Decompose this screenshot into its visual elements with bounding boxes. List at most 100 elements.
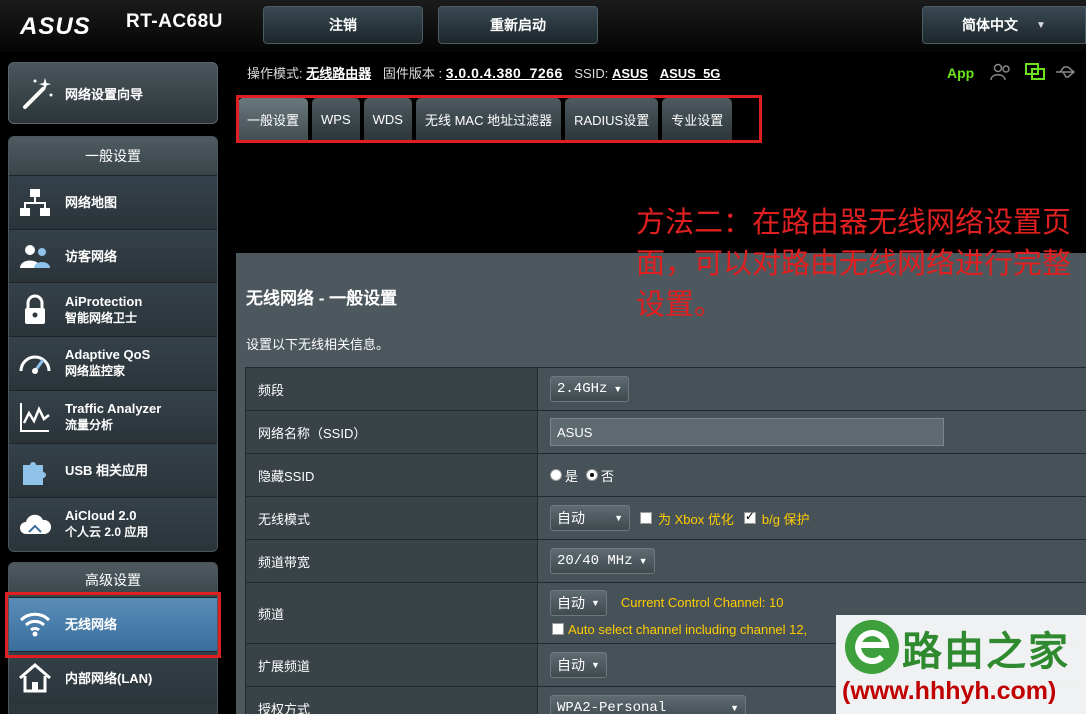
chevron-down-icon: ▼ <box>638 556 648 566</box>
sidebar-item-subtitle: 智能网络卫士 <box>65 310 138 325</box>
annotation-text: 方法二：在路由器无线网络设置页面，可以对路由无线网络进行完整设置。 <box>636 205 1072 321</box>
wireless-mode-value: 自动 <box>557 510 585 526</box>
firmware-label: 固件版本 : <box>382 66 443 81</box>
language-select[interactable]: 简体中文 ▼ <box>922 6 1086 44</box>
router-model: RT-AC68U <box>126 11 223 32</box>
page-title: 无线网络 - 一般设置 <box>246 289 398 308</box>
watermark-logo-icon <box>845 620 899 674</box>
sidebar-item-label: 无线网络 <box>65 616 118 632</box>
puzzle-icon <box>23 461 46 485</box>
sidebar-item-label: 内部网络(LAN) <box>65 670 153 686</box>
general-settings-group: 一般设置 网络地图 访客网络 AiProtection 智能网络卫士 Adapt… <box>8 136 218 552</box>
language-label: 简体中文 <box>962 17 1019 33</box>
row-ssid: 网络名称（SSID） ASUS <box>245 411 1086 454</box>
band-value: 2.4GHz <box>557 381 608 397</box>
logout-button[interactable]: 注销 <box>263 6 423 44</box>
sidebar-item-guest-network[interactable]: 访客网络 <box>9 228 217 283</box>
sidebar-item-wireless[interactable]: 无线网络 <box>9 597 217 651</box>
auto-channel-label: Auto select channel including channel 12… <box>568 621 808 637</box>
reboot-button[interactable]: 重新启动 <box>438 6 598 44</box>
extension-channel-value: 自动 <box>557 657 585 673</box>
sidebar-item-label: Adaptive QoS 网络监控家 <box>65 346 150 380</box>
tab-mac-filter[interactable]: 无线 MAC 地址过滤器 <box>415 98 562 140</box>
tab-wds[interactable]: WDS <box>363 98 412 140</box>
advanced-settings-header: 高级设置 <box>9 563 217 597</box>
general-settings-header: 一般设置 <box>9 137 217 175</box>
sidebar-item-usb-apps[interactable]: USB 相关应用 <box>9 443 217 498</box>
sidebar-item-label: 网络地图 <box>65 194 118 210</box>
extension-channel-label: 扩展频道 <box>245 644 538 686</box>
bg-protection-label: b/g 保护 <box>761 511 810 527</box>
bg-protection-checkbox[interactable] <box>743 509 756 524</box>
watermark: 路由之家 (www.hhhyh.com) <box>836 615 1086 714</box>
mode-link[interactable]: 无线路由器 <box>306 66 371 81</box>
bandwidth-select[interactable]: 20/40 MHz ▼ <box>550 548 655 574</box>
chevron-down-icon: ▼ <box>614 513 623 523</box>
auto-channel-checkbox[interactable] <box>552 623 564 635</box>
clients-icon[interactable] <box>990 62 1012 82</box>
sidebar-item-title: Traffic Analyzer <box>65 401 162 417</box>
xbox-optimize-checkbox[interactable] <box>640 512 652 524</box>
chevron-down-icon: ▼ <box>1036 19 1046 31</box>
sidebar-item-lan[interactable]: 内部网络(LAN) <box>9 650 217 705</box>
quick-setup-wizard[interactable]: 网络设置向导 <box>8 62 218 124</box>
auth-method-value: WPA2-Personal <box>557 700 667 714</box>
ssid-input[interactable]: ASUS <box>550 418 944 446</box>
row-wireless-mode: 无线模式 自动 ▼ 为 Xbox 优化 b/g 保护 <box>245 497 1086 540</box>
wifi-icon <box>19 613 51 637</box>
wireless-mode-label: 无线模式 <box>245 497 538 539</box>
settings-tabs: 一般设置 WPS WDS 无线 MAC 地址过滤器 RADIUS设置 专业设置 <box>238 98 733 140</box>
chevron-down-icon: ▼ <box>730 703 739 713</box>
ssid-link-24[interactable]: ASUS <box>612 66 648 81</box>
wizard-label: 网络设置向导 <box>65 86 144 102</box>
hide-ssid-no-radio[interactable] <box>586 469 599 481</box>
sidebar-item-label: AiCloud 2.0 个人云 2.0 应用 <box>65 507 148 541</box>
traffic-chart-icon <box>20 403 50 433</box>
band-select[interactable]: 2.4GHz ▼ <box>550 376 630 402</box>
sidebar-item-aicloud[interactable]: AiCloud 2.0 个人云 2.0 应用 <box>9 497 217 551</box>
lock-icon <box>25 294 45 324</box>
extension-channel-select[interactable]: 自动 ▼ <box>550 652 607 678</box>
ssid-link-5g[interactable]: ASUS_5G <box>660 66 721 81</box>
app-link[interactable]: App <box>947 65 974 81</box>
network-status-icon[interactable] <box>1024 62 1046 82</box>
page-description: 设置以下无线相关信息。 <box>246 337 390 352</box>
tab-wps[interactable]: WPS <box>312 98 360 140</box>
sidebar-item-subtitle: 流量分析 <box>65 418 114 433</box>
channel-select[interactable]: 自动 ▼ <box>550 589 607 616</box>
sidebar-item-label: AiProtection 智能网络卫士 <box>65 293 142 327</box>
current-channel-text: Current Control Channel: 10 <box>620 595 784 610</box>
sidebar-item-traffic-analyzer[interactable]: Traffic Analyzer 流量分析 <box>9 389 217 444</box>
row-band: 频段 2.4GHz ▼ <box>245 368 1086 411</box>
tab-general[interactable]: 一般设置 <box>238 98 309 140</box>
channel-value: 自动 <box>557 594 585 611</box>
mode-label: 操作模式: <box>247 66 303 81</box>
row-hide-ssid: 隐藏SSID 是 否 <box>245 454 1086 497</box>
sidebar-item-adaptive-qos[interactable]: Adaptive QoS 网络监控家 <box>9 336 217 390</box>
sidebar-item-label: Traffic Analyzer 流量分析 <box>65 400 161 434</box>
auth-method-select[interactable]: WPA2-Personal ▼ <box>550 695 746 714</box>
tab-professional[interactable]: 专业设置 <box>662 98 733 140</box>
sidebar-item-label: USB 相关应用 <box>65 463 149 479</box>
hide-ssid-yes-radio[interactable] <box>550 469 562 481</box>
sidebar-item-network-map[interactable]: 网络地图 <box>9 175 217 229</box>
usb-icon[interactable] <box>1054 62 1076 82</box>
sidebar-item-aiprotection[interactable]: AiProtection 智能网络卫士 <box>9 282 217 337</box>
sidebar-item-subtitle: 个人云 2.0 应用 <box>65 525 149 540</box>
firmware-link[interactable]: 3.0.0.4.380_7266 <box>446 65 563 81</box>
cloud-icon <box>20 515 52 535</box>
wireless-mode-select[interactable]: 自动 ▼ <box>550 505 630 531</box>
sidebar-item-label: 访客网络 <box>65 248 118 264</box>
status-line: 操作模式: 无线路由器 固件版本 : 3.0.0.4.380_7266 SSID… <box>247 63 728 82</box>
band-label: 频段 <box>245 368 538 410</box>
chevron-down-icon: ▼ <box>591 660 600 670</box>
bandwidth-value: 20/40 MHz <box>557 553 633 569</box>
hide-ssid-no-label: 否 <box>601 468 615 484</box>
svg-text:ASUS: ASUS <box>19 13 91 40</box>
top-bar: ASUS RT-AC68U 注销 重新启动 简体中文 ▼ <box>0 0 1086 52</box>
speedometer-icon <box>19 355 51 375</box>
sidebar-item-subtitle: 网络监控家 <box>65 364 126 379</box>
asus-logo: ASUS <box>19 13 91 40</box>
watermark-name: 路由之家 <box>902 629 1070 675</box>
tab-radius[interactable]: RADIUS设置 <box>565 98 659 140</box>
